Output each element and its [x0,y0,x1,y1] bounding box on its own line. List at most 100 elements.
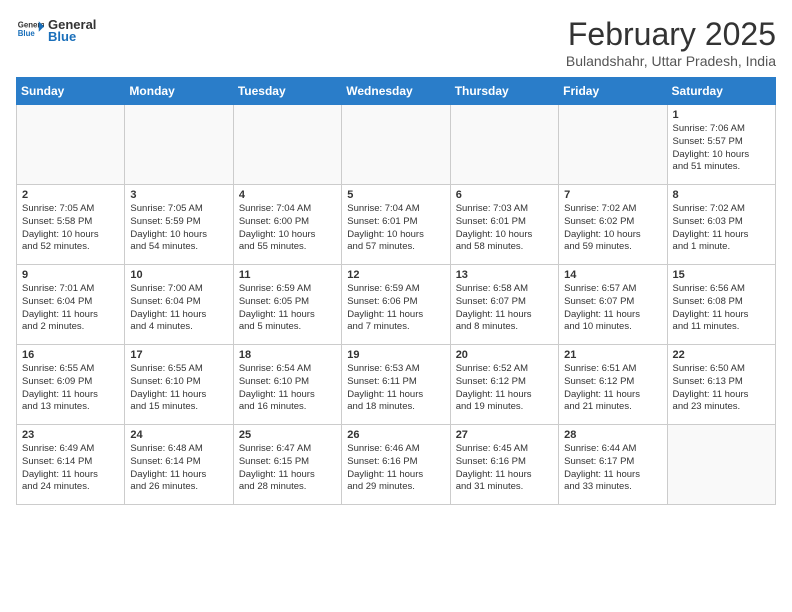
day-number: 3 [130,189,227,201]
day-number: 19 [347,349,444,361]
weekday-header-row: SundayMondayTuesdayWednesdayThursdayFrid… [17,78,776,105]
day-info: Sunrise: 6:46 AM Sunset: 6:16 PM Dayligh… [347,443,444,494]
day-number: 4 [239,189,336,201]
calendar-day-cell: 22Sunrise: 6:50 AM Sunset: 6:13 PM Dayli… [667,345,775,425]
day-number: 23 [22,429,119,441]
weekday-header-monday: Monday [125,78,233,105]
calendar-week-1: 1 Sunrise: 7:06 AM Sunset: 5:57 PM Daylig… [17,105,776,185]
day-number: 6 [456,189,553,201]
weekday-header-tuesday: Tuesday [233,78,341,105]
day-number: 7 [564,189,661,201]
calendar-day-cell: 2Sunrise: 7:05 AM Sunset: 5:58 PM Daylig… [17,185,125,265]
day-number: 9 [22,269,119,281]
calendar-day-cell: 11 Sunrise: 6:59 AM Sunset: 6:05 PM Dayli… [233,265,341,345]
calendar-day-cell [667,425,775,505]
weekday-header-wednesday: Wednesday [342,78,450,105]
day-info: Sunrise: 6:45 AM Sunset: 6:16 PM Dayligh… [456,443,553,494]
calendar-day-cell: 12 Sunrise: 6:59 AM Sunset: 6:06 PM Dayli… [342,265,450,345]
day-info: Sunrise: 7:04 AM Sunset: 6:01 PM Dayligh… [347,203,444,254]
day-info: Sunrise: 6:52 AM Sunset: 6:12 PM Dayligh… [456,363,553,414]
calendar-week-3: 9 Sunrise: 7:01 AM Sunset: 6:04 PM Daylig… [17,265,776,345]
calendar-day-cell: 5 Sunrise: 7:04 AM Sunset: 6:01 PM Daylig… [342,185,450,265]
day-info: Sunrise: 7:05 AM Sunset: 5:59 PM Dayligh… [130,203,227,254]
weekday-header-friday: Friday [559,78,667,105]
day-info: Sunrise: 6:55 AM Sunset: 6:09 PM Dayligh… [22,363,119,414]
calendar-day-cell [125,105,233,185]
day-info: Sunrise: 7:06 AM Sunset: 5:57 PM Dayligh… [673,123,770,174]
calendar-day-cell: 1 Sunrise: 7:06 AM Sunset: 5:57 PM Daylig… [667,105,775,185]
calendar-day-cell [450,105,558,185]
weekday-header-sunday: Sunday [17,78,125,105]
calendar-day-cell: 23 Sunrise: 6:49 AM Sunset: 6:14 PM Dayli… [17,425,125,505]
day-number: 28 [564,429,661,441]
calendar-day-cell: 26 Sunrise: 6:46 AM Sunset: 6:16 PM Dayli… [342,425,450,505]
day-info: Sunrise: 7:02 AM Sunset: 6:03 PM Dayligh… [673,203,770,254]
calendar-table: SundayMondayTuesdayWednesdayThursdayFrid… [16,77,776,505]
calendar-day-cell [233,105,341,185]
calendar-day-cell: 17Sunrise: 6:55 AM Sunset: 6:10 PM Dayli… [125,345,233,425]
logo: General Blue General Blue [16,16,96,44]
day-info: Sunrise: 6:47 AM Sunset: 6:15 PM Dayligh… [239,443,336,494]
day-number: 18 [239,349,336,361]
day-info: Sunrise: 6:53 AM Sunset: 6:11 PM Dayligh… [347,363,444,414]
location-text: Bulandshahr, Uttar Pradesh, India [566,53,776,69]
calendar-day-cell: 28 Sunrise: 6:44 AM Sunset: 6:17 PM Dayli… [559,425,667,505]
calendar-day-cell [342,105,450,185]
day-info: Sunrise: 6:59 AM Sunset: 6:06 PM Dayligh… [347,283,444,334]
day-number: 25 [239,429,336,441]
calendar-day-cell: 13 Sunrise: 6:58 AM Sunset: 6:07 PM Dayli… [450,265,558,345]
day-number: 12 [347,269,444,281]
calendar-day-cell [559,105,667,185]
day-number: 21 [564,349,661,361]
calendar-day-cell [17,105,125,185]
day-info: Sunrise: 7:04 AM Sunset: 6:00 PM Dayligh… [239,203,336,254]
day-info: Sunrise: 6:55 AM Sunset: 6:10 PM Dayligh… [130,363,227,414]
calendar-day-cell: 9 Sunrise: 7:01 AM Sunset: 6:04 PM Daylig… [17,265,125,345]
calendar-day-cell: 21 Sunrise: 6:51 AM Sunset: 6:12 PM Dayli… [559,345,667,425]
weekday-header-thursday: Thursday [450,78,558,105]
calendar-day-cell: 18Sunrise: 6:54 AM Sunset: 6:10 PM Dayli… [233,345,341,425]
weekday-header-saturday: Saturday [667,78,775,105]
calendar-day-cell: 24Sunrise: 6:48 AM Sunset: 6:14 PM Dayli… [125,425,233,505]
day-info: Sunrise: 6:49 AM Sunset: 6:14 PM Dayligh… [22,443,119,494]
day-number: 8 [673,189,770,201]
day-number: 16 [22,349,119,361]
calendar-day-cell: 10 Sunrise: 7:00 AM Sunset: 6:04 PM Dayli… [125,265,233,345]
day-info: Sunrise: 6:59 AM Sunset: 6:05 PM Dayligh… [239,283,336,334]
day-info: Sunrise: 7:03 AM Sunset: 6:01 PM Dayligh… [456,203,553,254]
day-number: 11 [239,269,336,281]
calendar-day-cell: 7 Sunrise: 7:02 AM Sunset: 6:02 PM Daylig… [559,185,667,265]
day-info: Sunrise: 7:00 AM Sunset: 6:04 PM Dayligh… [130,283,227,334]
day-info: Sunrise: 7:02 AM Sunset: 6:02 PM Dayligh… [564,203,661,254]
day-number: 14 [564,269,661,281]
page-header: General Blue General Blue February 2025 … [16,16,776,69]
calendar-day-cell: 4 Sunrise: 7:04 AM Sunset: 6:00 PM Daylig… [233,185,341,265]
day-info: Sunrise: 6:56 AM Sunset: 6:08 PM Dayligh… [673,283,770,334]
calendar-day-cell: 20Sunrise: 6:52 AM Sunset: 6:12 PM Dayli… [450,345,558,425]
day-number: 27 [456,429,553,441]
calendar-day-cell: 16 Sunrise: 6:55 AM Sunset: 6:09 PM Dayli… [17,345,125,425]
day-info: Sunrise: 6:58 AM Sunset: 6:07 PM Dayligh… [456,283,553,334]
day-number: 13 [456,269,553,281]
day-info: Sunrise: 7:01 AM Sunset: 6:04 PM Dayligh… [22,283,119,334]
calendar-day-cell: 15Sunrise: 6:56 AM Sunset: 6:08 PM Dayli… [667,265,775,345]
day-number: 10 [130,269,227,281]
svg-text:Blue: Blue [18,29,36,38]
calendar-day-cell: 25 Sunrise: 6:47 AM Sunset: 6:15 PM Dayli… [233,425,341,505]
day-number: 26 [347,429,444,441]
calendar-day-cell: 27 Sunrise: 6:45 AM Sunset: 6:16 PM Dayli… [450,425,558,505]
day-info: Sunrise: 6:44 AM Sunset: 6:17 PM Dayligh… [564,443,661,494]
title-block: February 2025 Bulandshahr, Uttar Pradesh… [566,16,776,69]
day-info: Sunrise: 6:51 AM Sunset: 6:12 PM Dayligh… [564,363,661,414]
day-number: 1 [673,109,770,121]
month-title: February 2025 [566,16,776,53]
calendar-day-cell: 14Sunrise: 6:57 AM Sunset: 6:07 PM Dayli… [559,265,667,345]
day-number: 2 [22,189,119,201]
day-number: 5 [347,189,444,201]
day-number: 24 [130,429,227,441]
calendar-day-cell: 6 Sunrise: 7:03 AM Sunset: 6:01 PM Daylig… [450,185,558,265]
calendar-day-cell: 19 Sunrise: 6:53 AM Sunset: 6:11 PM Dayli… [342,345,450,425]
calendar-day-cell: 3 Sunrise: 7:05 AM Sunset: 5:59 PM Daylig… [125,185,233,265]
calendar-week-4: 16 Sunrise: 6:55 AM Sunset: 6:09 PM Dayli… [17,345,776,425]
day-number: 22 [673,349,770,361]
